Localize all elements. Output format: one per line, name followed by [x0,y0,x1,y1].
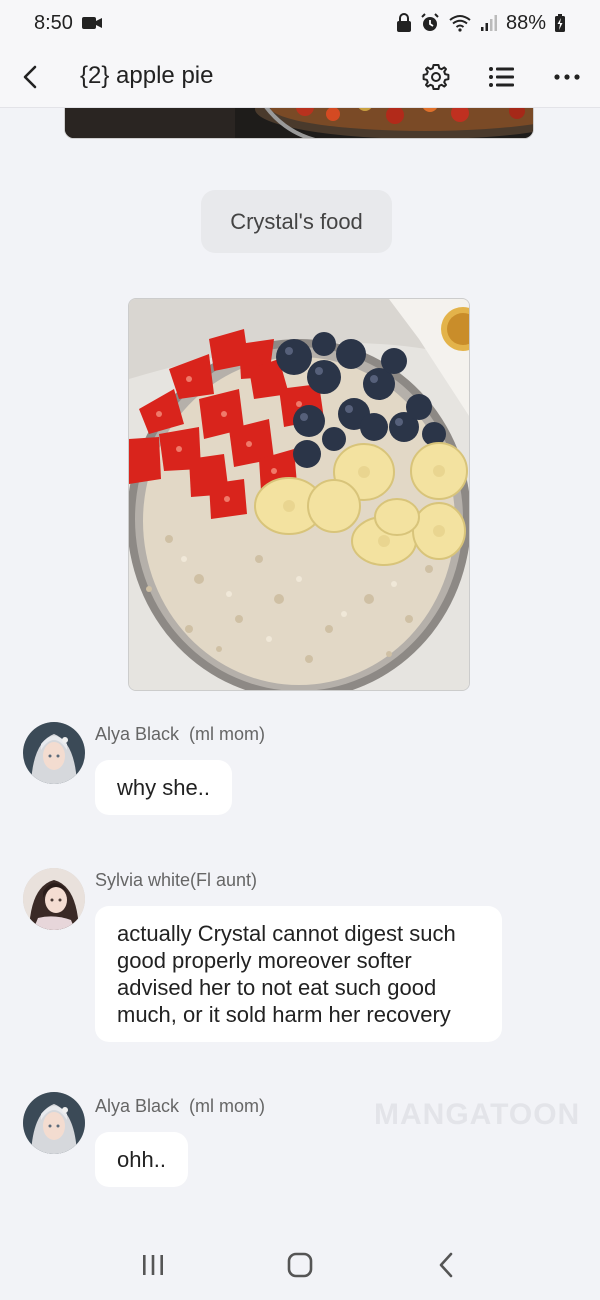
chat-title: {2} apple pie [80,62,214,89]
more-button[interactable] [549,59,585,95]
recent-apps-icon [143,1255,164,1275]
video-camera-icon [81,15,103,31]
chat-header: {2} apple pie [0,46,600,108]
avatar[interactable] [23,1092,85,1154]
sender-name: Sylvia white(Fl aunt) [95,870,267,891]
status-time: 8:50 [34,11,73,34]
signal-icon [480,14,498,32]
back-icon [23,65,37,89]
sender-name: Alya Black (ml mom) [95,1096,265,1117]
more-icon [554,74,580,80]
back-button[interactable] [12,59,48,95]
back-nav-button[interactable] [417,1240,477,1290]
home-icon [287,1252,313,1278]
previous-food-image[interactable] [64,108,534,139]
settings-button[interactable] [418,59,454,95]
sender-name-text: Alya Black [95,1096,180,1116]
recent-apps-button[interactable] [123,1240,183,1290]
status-bar: 8:50 88% [0,0,600,46]
oatmeal-bowl-image[interactable] [128,298,470,691]
message-bubble[interactable]: ohh.. [95,1132,188,1187]
watermark: MANGATOON [374,1098,581,1131]
settings-gear-icon [422,64,450,90]
message-bubble[interactable]: actually Crystal cannot digest such good… [95,906,502,1042]
chat-area[interactable]: Crystal's food Alya Black (ml mom) why s… [0,108,600,1230]
avatar[interactable] [23,722,85,784]
alarm-icon [420,13,440,33]
system-message-pill: Crystal's food [201,190,392,253]
message-bubble[interactable]: why she.. [95,760,232,815]
list-button[interactable] [484,59,520,95]
avatar[interactable] [23,868,85,930]
lock-icon [396,13,412,33]
battery-percent: 88% [505,11,546,34]
back-nav-icon [439,1252,452,1278]
wifi-icon [448,14,472,32]
list-icon [489,67,514,87]
system-nav-bar [0,1230,600,1300]
battery-charging-icon [554,13,566,33]
sender-role: (ml mom) [189,1096,266,1116]
sender-name-text: Alya Black [95,724,180,744]
sender-name: Alya Black (ml mom) [95,724,265,745]
sender-name-text: Sylvia white(Fl aunt) [95,870,258,890]
sender-role: (ml mom) [189,724,266,744]
home-button[interactable] [270,1240,330,1290]
